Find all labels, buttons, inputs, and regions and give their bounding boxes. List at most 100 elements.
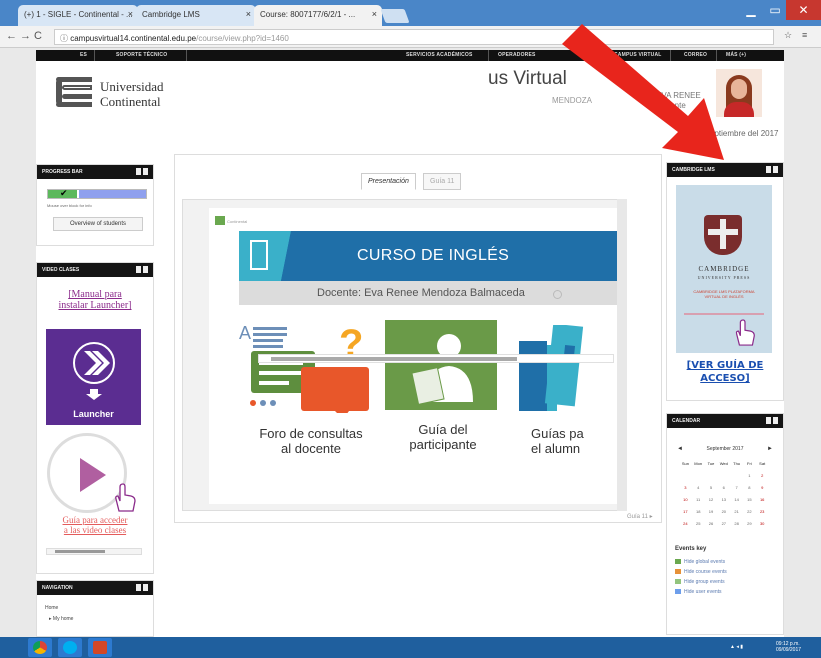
calendar-day[interactable]: 28 (730, 519, 743, 528)
tab-presentacion[interactable]: Presentación (361, 173, 416, 190)
new-tab-button[interactable] (380, 9, 410, 23)
nav-home-link[interactable]: Home (45, 605, 58, 611)
block-header: PROGRESS BAR (37, 165, 153, 179)
calendar-day[interactable]: 5 (705, 483, 718, 492)
system-tray-icons[interactable]: ▲ ◂ ▮ (730, 644, 743, 650)
slide-horizontal-scrollbar[interactable] (258, 354, 614, 363)
hide-course-events-link[interactable]: Hide course events (675, 569, 727, 575)
books-icon[interactable] (511, 325, 591, 420)
close-icon[interactable]: × (128, 9, 133, 19)
chat-bubbles-icon[interactable]: A ? (239, 323, 379, 413)
calendar-day[interactable]: 23 (756, 507, 769, 516)
horizontal-scrollbar[interactable] (46, 548, 142, 555)
nav-servicios[interactable]: SERVICIOS ACADÉMICOS (406, 52, 473, 58)
info-icon (553, 290, 562, 299)
calendar-day[interactable]: 19 (705, 507, 718, 516)
manual-launcher-link[interactable]: [Manual para instalar Launcher] (37, 289, 153, 311)
block-controls-icon[interactable] (766, 417, 778, 424)
calendar-day[interactable]: 24 (679, 519, 692, 528)
calendar-day[interactable]: 6 (717, 483, 730, 492)
calendar-grid: Sun Mon Tue Wed Thu Fri Sat1 23 4 5 6 7 8 910 11 12 13 14… (679, 456, 769, 528)
site-info-icon[interactable]: ⓘ (60, 34, 68, 43)
overview-students-button[interactable]: Overview of students (53, 217, 143, 231)
skype-taskbar-icon[interactable] (58, 638, 82, 657)
calendar-day[interactable]: 20 (717, 507, 730, 516)
calendar-day[interactable]: 25 (692, 519, 705, 528)
calendar-day[interactable]: 14 (730, 495, 743, 504)
nav-operadores[interactable]: OPERADORES (498, 52, 536, 58)
brand-name: Universidad Continental (100, 79, 164, 109)
calendar-day[interactable]: 17 (679, 507, 692, 516)
block-header: VIDEO CLASES (37, 263, 153, 277)
browser-tab-3[interactable]: Course: 8007177/6/2/1 - ... × (254, 5, 382, 26)
vertical-scrollbar[interactable] (617, 199, 627, 511)
progress-bar[interactable]: ✔ (47, 188, 147, 199)
hide-global-events-link[interactable]: Hide global events (675, 559, 725, 565)
cambridge-shield-icon (704, 215, 742, 255)
cambridge-small-text: CAMBRIDGE LMS PLATAFORMA VIRTUAL DE INGL… (693, 289, 755, 299)
back-icon[interactable]: ← (6, 30, 17, 42)
hide-user-events-link[interactable]: Hide user events (675, 589, 722, 595)
calendar-day[interactable]: 29 (743, 519, 756, 528)
calendar-day[interactable]: 26 (705, 519, 718, 528)
nav-my-home-link[interactable]: ▸ My home (49, 616, 73, 622)
close-icon[interactable]: × (246, 9, 251, 19)
block-header: NAVIGATION (37, 581, 153, 595)
calendar-day[interactable]: 18 (692, 507, 705, 516)
calendar-day[interactable]: 3 (679, 483, 692, 492)
close-icon[interactable]: × (372, 9, 377, 19)
calendar-day[interactable]: 7 (730, 483, 743, 492)
bookmark-star-icon[interactable]: ☆ (784, 30, 792, 41)
calendar-day[interactable]: 2 (756, 471, 769, 480)
block-controls-icon[interactable] (136, 584, 148, 591)
guia-video-link[interactable]: Guía para acceder a las video clases (37, 515, 153, 535)
next-section-link[interactable]: Guía 11 ▸ (627, 513, 653, 520)
powerpoint-taskbar-icon[interactable] (88, 638, 112, 657)
calendar-day[interactable]: 22 (743, 507, 756, 516)
university-logo-icon[interactable] (56, 77, 92, 107)
calendar-day[interactable]: 15 (743, 495, 756, 504)
chrome-taskbar-icon[interactable] (28, 638, 52, 657)
calendar-day[interactable]: 4 (692, 483, 705, 492)
browser-tab-2[interactable]: Cambridge LMS × (136, 5, 256, 26)
maximize-button[interactable]: ▭ (764, 0, 786, 20)
reload-icon[interactable]: C (34, 30, 42, 42)
cambridge-banner[interactable]: CAMBRIDGE UNIVERSITY PRESS CAMBRIDGE LMS… (676, 185, 772, 353)
calendar-next-icon[interactable]: ► (767, 446, 773, 452)
chevron-right-icon (73, 342, 115, 384)
minimize-button[interactable]: ▁ (738, 0, 764, 20)
calendar-day[interactable]: 10 (679, 495, 692, 504)
red-arrow-icon (562, 24, 724, 160)
ver-guia-acceso-link[interactable]: [VER GUÍA DE ACCESO] (667, 359, 783, 385)
hide-group-events-link[interactable]: Hide group events (675, 579, 725, 585)
calendar-day[interactable]: 27 (717, 519, 730, 528)
forward-icon[interactable]: → (20, 30, 31, 42)
video-classes-block: VIDEO CLASES [Manual para instalar Launc… (36, 262, 154, 574)
calendar-day[interactable]: 30 (756, 519, 769, 528)
block-controls-icon[interactable] (766, 166, 778, 173)
start-button[interactable] (2, 638, 18, 657)
calendar-prev-icon[interactable]: ◄ (677, 446, 683, 452)
continental-mini-logo-icon: Continental (215, 216, 255, 226)
calendar-day[interactable]: 1 (743, 471, 756, 480)
block-controls-icon[interactable] (136, 168, 148, 175)
clock[interactable]: 09:12 p.m. 09/09/2017 (776, 641, 801, 653)
calendar-day[interactable]: 8 (743, 483, 756, 492)
calendar-day[interactable]: 16 (756, 495, 769, 504)
launcher-image[interactable]: Launcher (46, 329, 141, 425)
block-controls-icon[interactable] (136, 266, 148, 273)
calendar-day[interactable]: 11 (692, 495, 705, 504)
menu-icon[interactable]: ≡ (802, 30, 807, 40)
guia-participante-icon[interactable] (385, 320, 497, 410)
calendar-day[interactable]: 12 (705, 495, 718, 504)
calendar-day[interactable]: 21 (730, 507, 743, 516)
nav-soporte[interactable]: SOPORTE TÉCNICO (116, 52, 167, 58)
browser-tab-1[interactable]: (+) 1 - SIGLE - Continental - ... × (18, 5, 138, 26)
close-window-button[interactable]: ✕ (786, 0, 821, 20)
check-icon: ✔ (60, 188, 68, 198)
tab-guia-11[interactable]: Guía 11 (423, 173, 462, 190)
calendar-day[interactable]: 13 (717, 495, 730, 504)
calendar-day[interactable]: 9 (756, 483, 769, 492)
nav-lang[interactable]: ES (80, 52, 87, 58)
url-path: /course/view.php?id=1460 (196, 34, 289, 43)
